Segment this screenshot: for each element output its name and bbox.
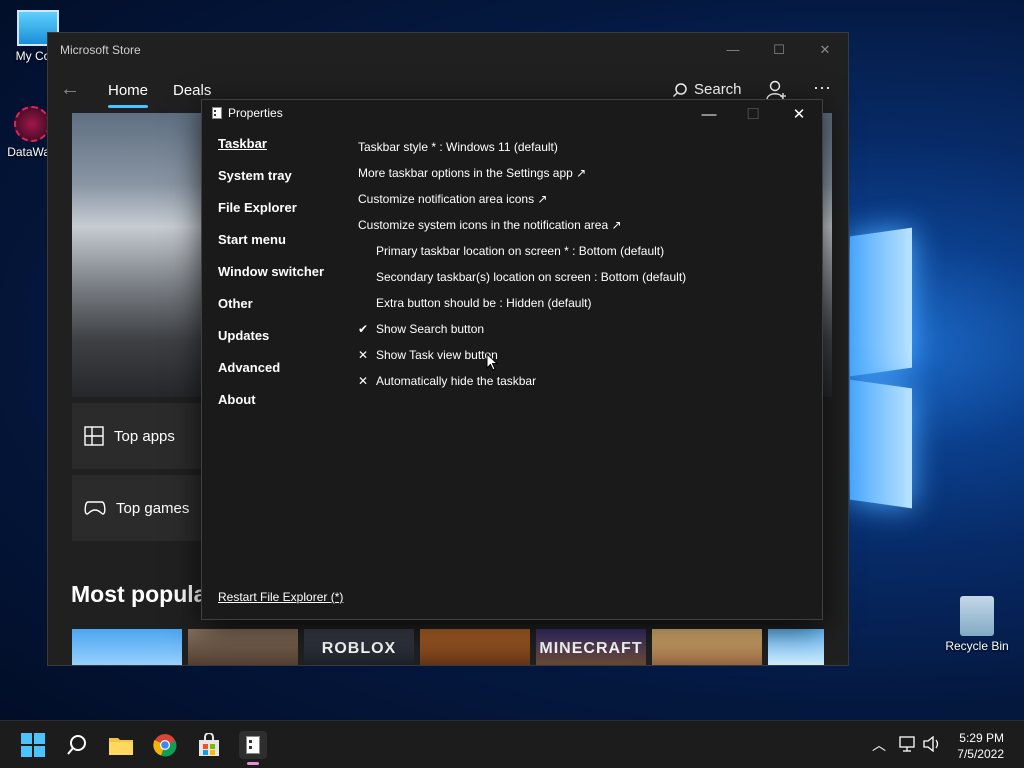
desktop-icon-recycle-bin[interactable]: Recycle Bin [937, 596, 1017, 653]
taskbar: ︿ 5:29 PM 7/5/2022 [0, 720, 1024, 768]
properties-app-icon [246, 736, 260, 754]
setting-primary-location[interactable]: Primary taskbar location on screen * : B… [358, 238, 686, 264]
system-clock[interactable]: 5:29 PM 7/5/2022 [957, 730, 1004, 762]
sidebar-item-about[interactable]: About [218, 392, 324, 424]
toggle-show-task-view[interactable]: ✕ Show Task view button [358, 342, 686, 368]
store-bag-icon [199, 733, 219, 756]
search-label: Search [694, 81, 742, 98]
clock-time: 5:29 PM [959, 731, 1004, 745]
sidebar-item-taskbar[interactable]: Taskbar [218, 136, 324, 168]
section-title: Most popula [71, 581, 207, 607]
tab-home[interactable]: Home [108, 82, 149, 108]
link-settings-app[interactable]: More taskbar options in the Settings app… [358, 160, 686, 186]
apps-grid-icon [84, 426, 104, 446]
chevron-up-icon[interactable]: ︿ [872, 735, 886, 755]
taskbar-chrome[interactable] [151, 731, 179, 759]
app-tile[interactable] [420, 629, 530, 665]
taskbar-properties-app[interactable] [239, 731, 267, 765]
checkmark-icon: ✔ [358, 322, 369, 336]
properties-dialog: Properties — ☐ ✕ Taskbar System tray Fil… [201, 99, 823, 620]
taskbar-file-explorer[interactable] [107, 731, 135, 759]
mouse-cursor-icon [486, 353, 498, 371]
store-close-button[interactable]: ✕ [802, 39, 848, 61]
folder-icon [109, 738, 133, 755]
cross-icon: ✕ [358, 374, 369, 388]
setting-label: Customize notification area icons ↗ [358, 192, 548, 206]
back-arrow-icon[interactable]: ← [60, 78, 80, 101]
properties-maximize-button[interactable]: ☐ [730, 102, 776, 128]
sidebar-item-start-menu[interactable]: Start menu [218, 232, 324, 264]
properties-titlebar[interactable]: Properties [212, 106, 283, 120]
app-tiles-row: ROBLOX MINECRAFT [72, 629, 824, 665]
card-label: Top games [116, 499, 190, 517]
sidebar-item-window-switcher[interactable]: Window switcher [218, 264, 324, 296]
setting-label: Automatically hide the taskbar [376, 374, 537, 388]
search-icon [67, 735, 86, 755]
chrome-icon [153, 734, 177, 757]
search-icon [672, 82, 687, 97]
sidebar-item-advanced[interactable]: Advanced [218, 360, 324, 392]
setting-label: Show Task view button [376, 348, 498, 362]
store-title: Microsoft Store [60, 43, 141, 57]
start-button[interactable] [19, 731, 47, 759]
desktop-icon-label: Recycle Bin [945, 639, 1009, 653]
tab-deals[interactable]: Deals [173, 82, 211, 99]
sidebar-item-other[interactable]: Other [218, 296, 324, 328]
app-tile[interactable] [768, 629, 824, 665]
store-maximize-button[interactable]: ☐ [756, 39, 802, 61]
sidebar-item-file-explorer[interactable]: File Explorer [218, 200, 324, 232]
properties-close-button[interactable]: ✕ [776, 102, 822, 128]
recycle-bin-icon [960, 596, 994, 636]
properties-title: Properties [228, 106, 283, 120]
volume-icon[interactable] [922, 736, 942, 752]
cross-icon: ✕ [358, 348, 369, 362]
app-tile[interactable]: ROBLOX [304, 629, 414, 665]
properties-sidebar: Taskbar System tray File Explorer Start … [218, 136, 324, 424]
gamepad-icon [84, 501, 106, 515]
restart-explorer-link[interactable]: Restart File Explorer (*) [218, 590, 343, 604]
app-tile[interactable] [188, 629, 298, 665]
setting-label: Show Search button [376, 322, 485, 336]
toggle-show-search[interactable]: ✔ Show Search button [358, 316, 686, 342]
setting-label: Extra button should be : Hidden (default… [376, 296, 592, 310]
properties-app-icon [212, 107, 222, 119]
more-options-button[interactable]: ··· [813, 77, 831, 98]
desktop-wallpaper-logo [850, 227, 920, 522]
taskbar-store[interactable] [195, 731, 223, 759]
toggle-autohide[interactable]: ✕ Automatically hide the taskbar [358, 368, 686, 394]
setting-label: Primary taskbar location on screen * : B… [376, 244, 665, 258]
account-icon[interactable] [766, 79, 788, 101]
setting-label: More taskbar options in the Settings app… [358, 166, 587, 180]
setting-label: Secondary taskbar(s) location on screen … [376, 270, 687, 284]
setting-secondary-location[interactable]: Secondary taskbar(s) location on screen … [358, 264, 686, 290]
windows-start-icon [21, 733, 45, 757]
link-system-icons[interactable]: Customize system icons in the notificati… [358, 212, 686, 238]
properties-minimize-button[interactable]: — [686, 102, 732, 128]
setting-label: Taskbar style * : Windows 11 (default) [358, 140, 558, 154]
sidebar-item-updates[interactable]: Updates [218, 328, 324, 360]
setting-taskbar-style[interactable]: Taskbar style * : Windows 11 (default) [358, 134, 686, 160]
network-icon[interactable] [898, 736, 916, 752]
link-notification-icons[interactable]: Customize notification area icons ↗ [358, 186, 686, 212]
app-tile[interactable]: MINECRAFT [536, 629, 646, 665]
datawag-icon [14, 106, 50, 142]
store-minimize-button[interactable]: — [710, 39, 756, 61]
active-indicator [247, 762, 259, 765]
card-label: Top apps [114, 427, 175, 445]
sidebar-item-system-tray[interactable]: System tray [218, 168, 324, 200]
app-tile[interactable] [652, 629, 762, 665]
setting-label: Customize system icons in the notificati… [358, 218, 622, 232]
store-search-button[interactable]: Search [672, 81, 742, 98]
app-tile[interactable] [72, 629, 182, 665]
clock-date: 7/5/2022 [957, 747, 1004, 761]
taskbar-search-button[interactable] [63, 731, 91, 759]
properties-content: Taskbar style * : Windows 11 (default) M… [358, 134, 686, 394]
setting-extra-button[interactable]: Extra button should be : Hidden (default… [358, 290, 686, 316]
